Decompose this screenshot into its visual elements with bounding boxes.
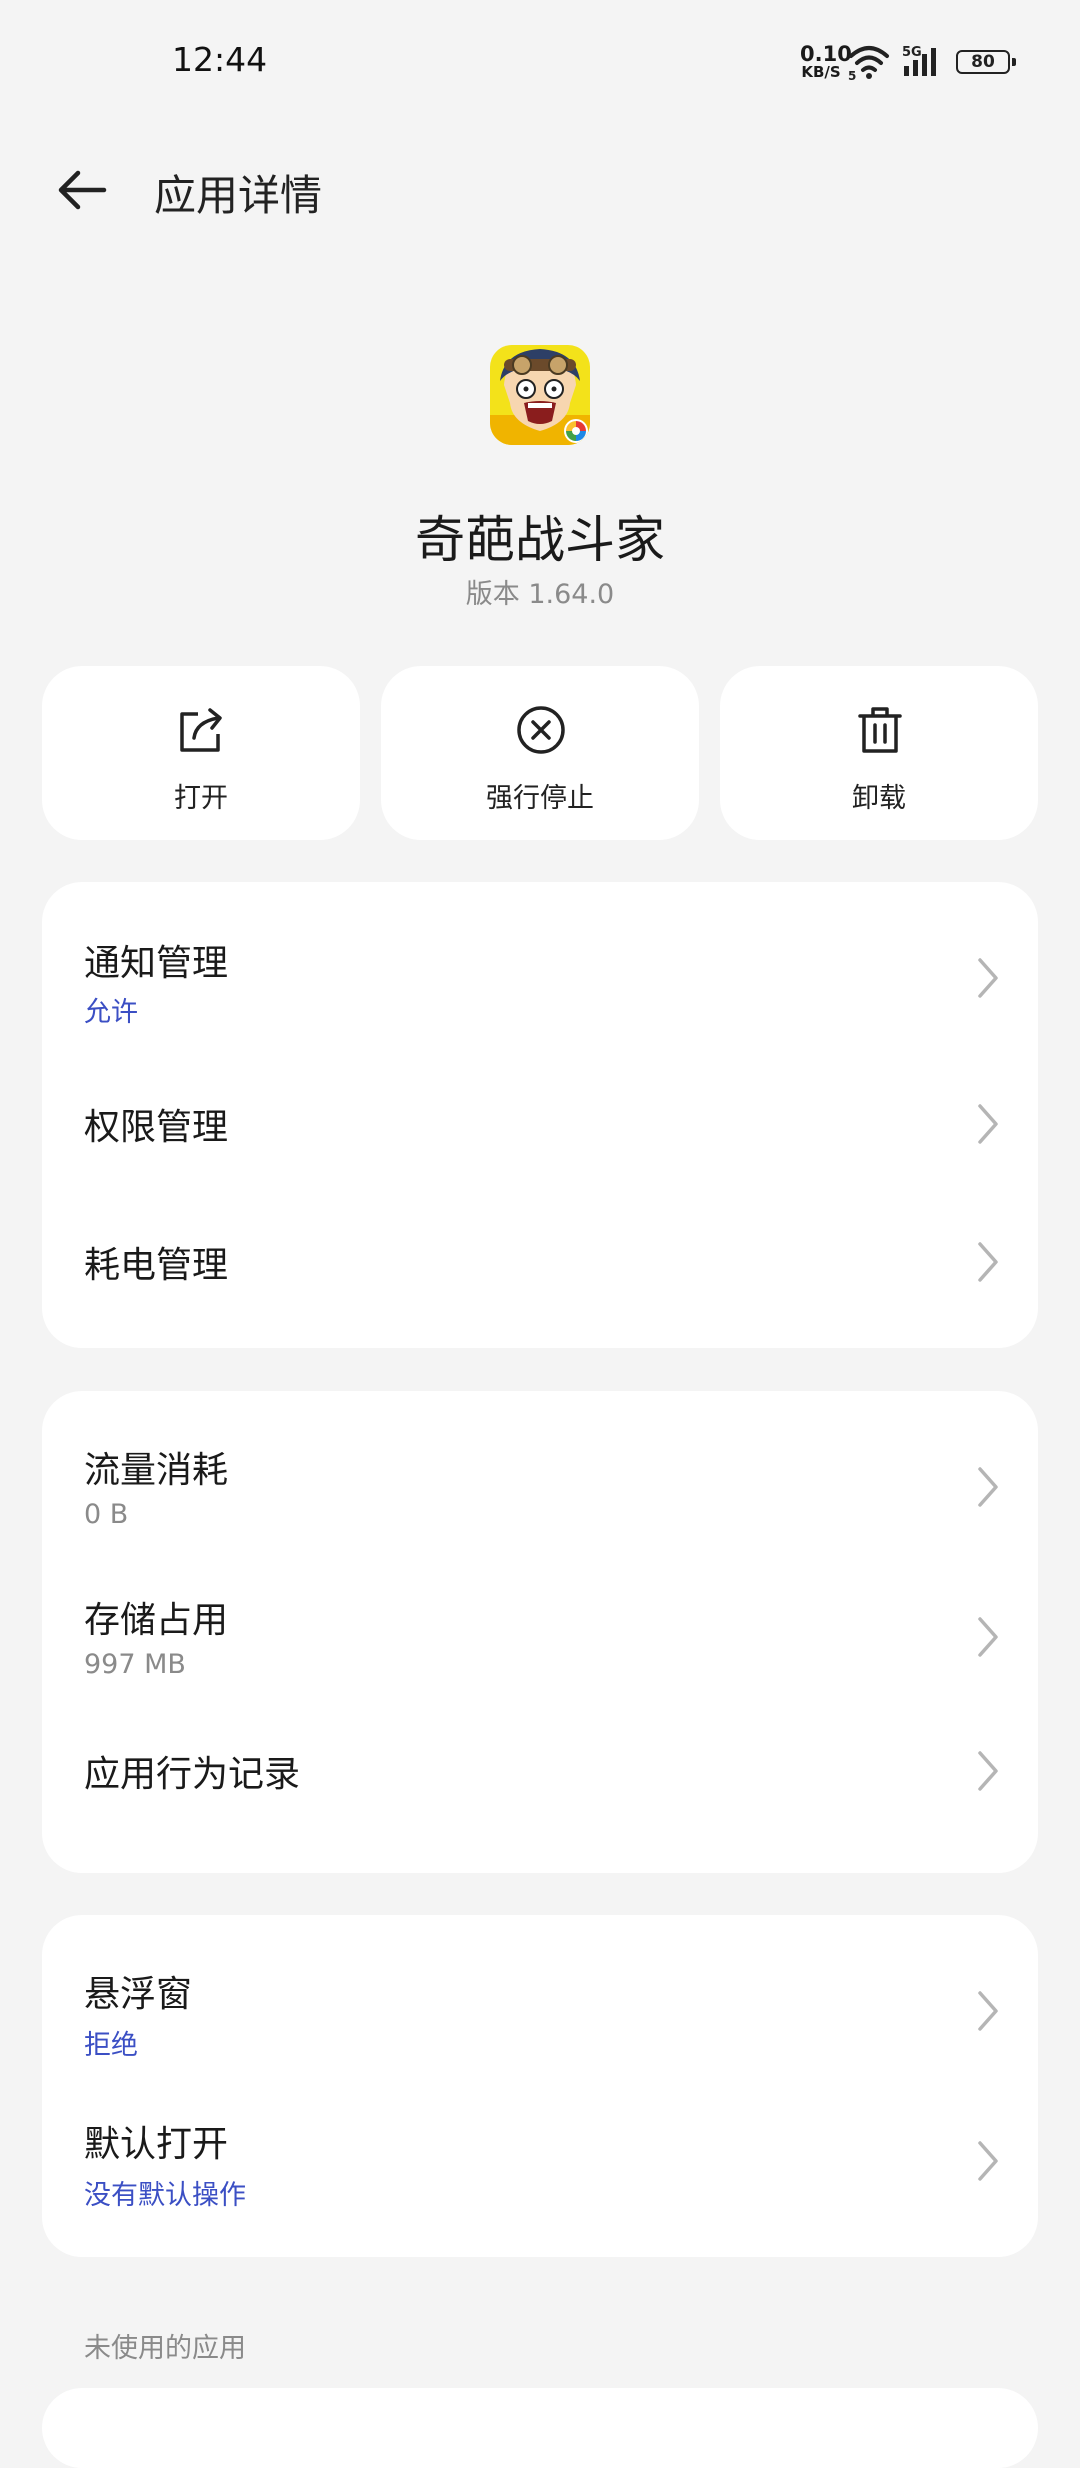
app-version: 版本 1.64.0 bbox=[465, 579, 615, 610]
force-stop-button[interactable]: 强行停止 bbox=[381, 666, 699, 840]
storage-usage-value: 997 MB bbox=[84, 1649, 186, 1680]
status-time: 12:44 bbox=[172, 40, 268, 79]
notification-management-item[interactable]: 通知管理 允许 bbox=[42, 882, 1038, 1046]
chevron-right-icon bbox=[978, 1751, 998, 1791]
floating-window-title: 悬浮窗 bbox=[84, 1974, 193, 2015]
open-button-label: 打开 bbox=[174, 783, 228, 814]
app-behavior-log-item[interactable]: 应用行为记录 bbox=[42, 1711, 1038, 1851]
battery-icon: 80 bbox=[956, 50, 1016, 74]
battery-management-item[interactable]: 耗电管理 bbox=[42, 1186, 1038, 1326]
chevron-right-icon bbox=[978, 1467, 998, 1507]
force-stop-icon bbox=[517, 706, 565, 754]
wifi-icon: 5 bbox=[848, 46, 889, 80]
default-open-status: 没有默认操作 bbox=[84, 2180, 246, 2211]
permission-management-title: 权限管理 bbox=[84, 1107, 229, 1148]
battery-management-title: 耗电管理 bbox=[84, 1245, 229, 1286]
chevron-right-icon bbox=[978, 1242, 998, 1282]
default-open-title: 默认打开 bbox=[84, 2124, 229, 2165]
uninstall-button[interactable]: 卸载 bbox=[720, 666, 1038, 840]
trash-icon bbox=[858, 707, 902, 753]
data-usage-value: 0 B bbox=[84, 1499, 129, 1530]
arrow-left-icon bbox=[58, 170, 107, 210]
chevron-right-icon bbox=[978, 1991, 998, 2031]
floating-window-item[interactable]: 悬浮窗 拒绝 bbox=[42, 1915, 1038, 2083]
back-button[interactable] bbox=[54, 160, 114, 220]
settings-card-management: 通知管理 允许 权限管理 耗电管理 bbox=[42, 882, 1038, 1348]
open-button[interactable]: 打开 bbox=[42, 666, 360, 840]
storage-usage-title: 存储占用 bbox=[84, 1600, 229, 1641]
force-stop-button-label: 强行停止 bbox=[486, 783, 594, 814]
app-icon bbox=[490, 345, 590, 445]
settings-card-usage: 流量消耗 0 B 存储占用 997 MB 应用行为记录 bbox=[42, 1391, 1038, 1873]
data-usage-item[interactable]: 流量消耗 0 B bbox=[42, 1391, 1038, 1559]
network-speed-value: 0.10 bbox=[800, 42, 852, 66]
app-behavior-log-title: 应用行为记录 bbox=[84, 1754, 301, 1795]
permission-management-item[interactable]: 权限管理 bbox=[42, 1046, 1038, 1186]
data-usage-title: 流量消耗 bbox=[84, 1450, 229, 1491]
svg-text:5: 5 bbox=[848, 69, 856, 80]
storage-usage-item[interactable]: 存储占用 997 MB bbox=[42, 1559, 1038, 1711]
default-open-item[interactable]: 默认打开 没有默认操作 bbox=[42, 2083, 1038, 2243]
chevron-right-icon bbox=[978, 1104, 998, 1144]
uninstall-button-label: 卸载 bbox=[852, 783, 906, 814]
unused-apps-section-label: 未使用的应用 bbox=[84, 2333, 246, 2364]
network-speed-unit: KB/S bbox=[801, 63, 841, 81]
page-title: 应用详情 bbox=[154, 171, 323, 220]
network-type: 5G bbox=[902, 45, 922, 60]
notification-management-title: 通知管理 bbox=[84, 943, 229, 984]
chevron-right-icon bbox=[978, 1617, 998, 1657]
status-bar: 12:44 0.10 KB/S 5 5G 80 bbox=[0, 0, 1080, 128]
cellular-signal-icon: 5G bbox=[902, 45, 936, 76]
battery-level: 80 bbox=[971, 52, 995, 72]
open-external-icon bbox=[180, 708, 222, 752]
chevron-right-icon bbox=[978, 2141, 998, 2181]
chevron-right-icon bbox=[978, 958, 998, 998]
settings-card-display: 悬浮窗 拒绝 默认打开 没有默认操作 bbox=[42, 1915, 1038, 2257]
app-name: 奇葩战斗家 bbox=[415, 511, 665, 569]
unused-apps-card bbox=[42, 2388, 1038, 2468]
floating-window-status: 拒绝 bbox=[84, 2030, 138, 2061]
network-speed: 0.10 KB/S bbox=[800, 42, 852, 81]
notification-management-status: 允许 bbox=[84, 997, 138, 1028]
